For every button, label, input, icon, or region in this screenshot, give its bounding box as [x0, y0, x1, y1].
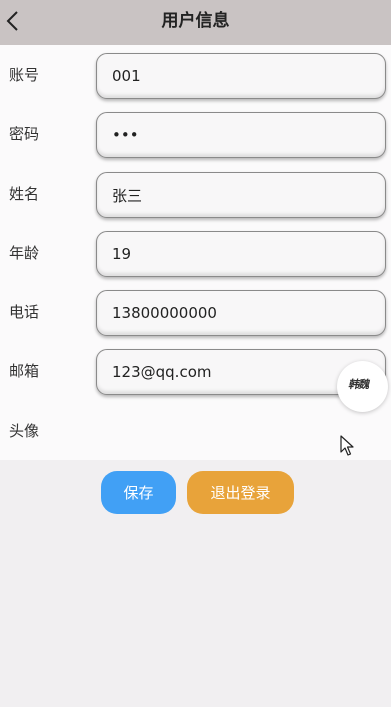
age-row: 年龄: [0, 227, 391, 279]
name-row: 姓名: [0, 168, 391, 220]
password-row: 密码: [0, 108, 391, 160]
chevron-left-icon: [6, 11, 18, 31]
top-bar: 用户信息: [0, 0, 391, 45]
user-info-form: 账号 密码 姓名 年龄 电话 邮箱 头像: [0, 45, 391, 460]
phone-row: 电话: [0, 286, 391, 338]
avatar[interactable]: 韩魏: [337, 361, 388, 412]
password-input[interactable]: [96, 112, 386, 158]
page-title: 用户信息: [161, 11, 230, 31]
account-row: 账号: [0, 49, 391, 101]
account-input[interactable]: [96, 53, 386, 99]
name-label: 姓名: [9, 185, 40, 203]
back-button[interactable]: [0, 0, 40, 45]
phone-input[interactable]: [96, 290, 386, 336]
save-button[interactable]: 保存: [101, 471, 176, 514]
phone-label: 电话: [9, 303, 40, 321]
age-label: 年龄: [9, 244, 40, 262]
avatar-signature: 韩魏: [347, 378, 371, 391]
email-label: 邮箱: [9, 362, 40, 380]
name-input[interactable]: [96, 172, 386, 218]
password-label: 密码: [9, 125, 40, 143]
avatar-label: 头像: [9, 422, 40, 440]
age-input[interactable]: [96, 231, 386, 277]
avatar-row: 头像: [0, 401, 391, 453]
account-label: 账号: [9, 66, 40, 84]
logout-button[interactable]: 退出登录: [187, 471, 294, 514]
email-row: 邮箱: [0, 345, 391, 397]
